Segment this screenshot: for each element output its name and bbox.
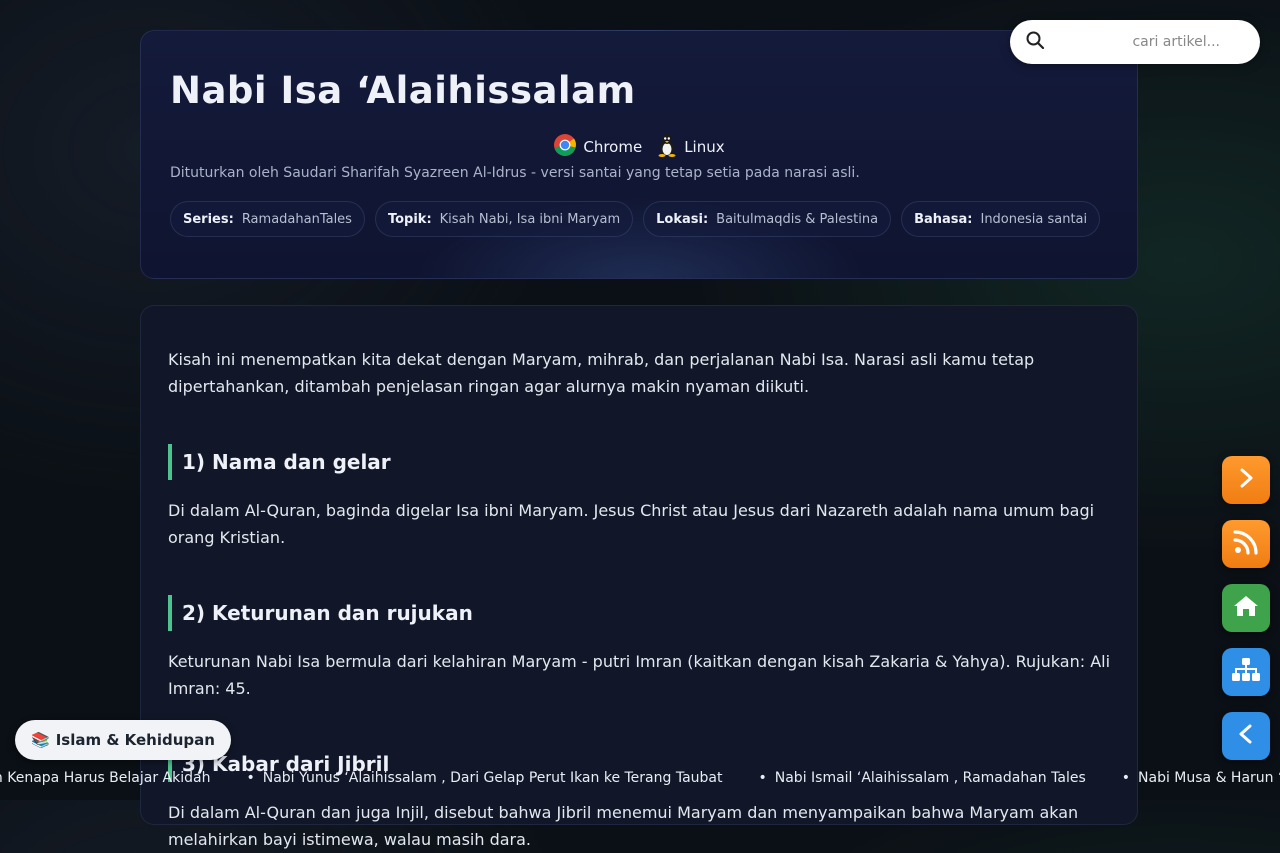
ticker-text: Nabi Musa & Harun ‘Alaihimassalam xyxy=(1138,770,1280,786)
article-intro: Kisah ini menempatkan kita dekat dengan … xyxy=(168,350,1035,396)
article-subtitle: Dituturkan oleh Saudari Sharifah Syazree… xyxy=(170,165,860,181)
search-icon xyxy=(1026,31,1045,53)
meta-key: Lokasi: xyxy=(656,211,709,227)
section-heading: 1) Nama dan gelar xyxy=(168,444,1113,480)
home-icon xyxy=(1233,594,1259,622)
article-meta: Series: RamadahanTales Topik: Kisah Nabi… xyxy=(170,201,1101,237)
meta-value: RamadahanTales xyxy=(241,211,352,227)
rss-button[interactable] xyxy=(1222,520,1270,568)
linux-tux-icon xyxy=(656,133,678,161)
next-button[interactable] xyxy=(1222,456,1270,504)
search-input[interactable] xyxy=(1044,33,1244,51)
ticker-text: Nabi Yunus ‘Alaihissalam , Dari Gelap Pe… xyxy=(262,770,723,786)
category-pill[interactable]: 📚 Islam & Kehidupan xyxy=(15,720,231,760)
ticker-link[interactable]: • Nabi Yunus ‘Alaihissalam , Dari Gelap P… xyxy=(246,770,722,786)
bullet-icon: • xyxy=(758,770,767,786)
platform-badges: Chrome Linux xyxy=(141,133,1137,161)
meta-value: Indonesia santai xyxy=(980,211,1088,227)
meta-key: Bahasa: xyxy=(914,211,973,227)
category-label: Islam & Kehidupan xyxy=(55,731,215,749)
meta-chip-topik: Topik: Kisah Nabi, Isa ibni Maryam xyxy=(374,201,634,237)
rss-icon xyxy=(1233,529,1259,559)
home-button[interactable] xyxy=(1222,584,1270,632)
meta-key: Topik: xyxy=(387,211,432,227)
section-body: Di dalam Al-Quran, baginda digelar Isa i… xyxy=(168,501,1095,547)
badge-chrome-label: Chrome xyxy=(583,138,643,156)
article-header-card: Nabi Isa ‘Alaihissalam Chrome Linux Ditu… xyxy=(140,30,1138,279)
chevron-left-icon xyxy=(1235,723,1257,749)
back-button[interactable] xyxy=(1222,712,1270,760)
meta-chip-bahasa: Bahasa: Indonesia santai xyxy=(901,201,1101,237)
ticker-text: Nabi Ismail ‘Alaihissalam , Ramadahan Ta… xyxy=(774,770,1086,786)
section-heading: 2) Keturunan dan rujukan xyxy=(168,595,1113,631)
chrome-icon xyxy=(553,133,577,161)
section-body: Di dalam Al-Quran dan juga Injil, disebu… xyxy=(168,803,1079,849)
article-ticker: Alasan Kenapa Harus Belajar Akidah • Nabi… xyxy=(0,768,1280,790)
search-box[interactable] xyxy=(1010,20,1260,64)
sitemap-button[interactable] xyxy=(1222,648,1270,696)
section-body: Keturunan Nabi Isa bermula dari kelahira… xyxy=(168,652,1111,698)
meta-key: Series: xyxy=(183,211,234,227)
ticker-link[interactable]: • Nabi Musa & Harun ‘Alaihimassalam xyxy=(1122,770,1280,786)
badge-linux: Linux xyxy=(656,133,725,161)
ticker-link[interactable]: Alasan Kenapa Harus Belajar Akidah xyxy=(0,770,210,786)
chevron-right-icon xyxy=(1235,467,1257,493)
bullet-icon: • xyxy=(246,770,255,786)
meta-chip-lokasi: Lokasi: Baitulmaqdis & Palestina xyxy=(643,201,892,237)
meta-chip-series: Series: RamadahanTales xyxy=(170,201,365,237)
bullet-icon: • xyxy=(1121,770,1131,786)
books-icon: 📚 xyxy=(31,731,50,749)
badge-linux-label: Linux xyxy=(684,138,725,156)
ticker-text: Alasan Kenapa Harus Belajar Akidah xyxy=(0,770,211,786)
meta-value: Baitulmaqdis & Palestina xyxy=(716,211,879,227)
article-content-card: Kisah ini menempatkan kita dekat dengan … xyxy=(140,305,1138,849)
badge-chrome: Chrome xyxy=(553,133,642,161)
ticker-link[interactable]: • Nabi Ismail ‘Alaihissalam , Ramadahan T… xyxy=(758,770,1085,786)
meta-value: Kisah Nabi, Isa ibni Maryam xyxy=(439,211,621,227)
page-title: Nabi Isa ‘Alaihissalam xyxy=(170,69,636,112)
sitemap-icon xyxy=(1232,657,1260,687)
